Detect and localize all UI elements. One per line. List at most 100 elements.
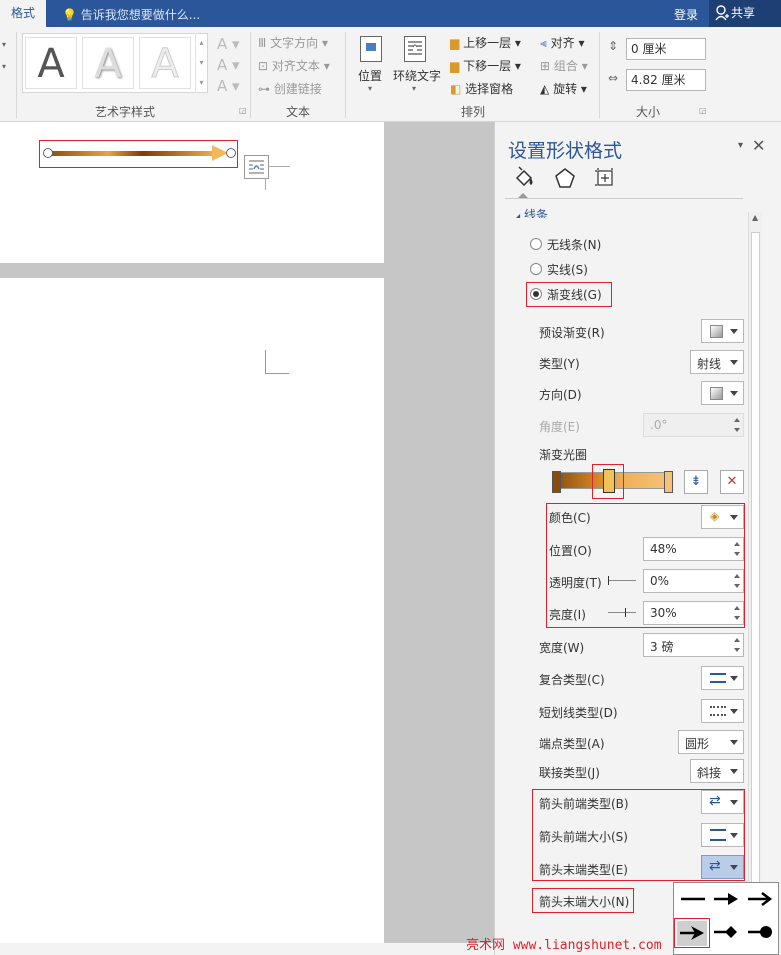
watermark: 亮术网 www.liangshunet.com bbox=[466, 938, 662, 953]
color-dropdown[interactable]: ◈ bbox=[701, 505, 744, 529]
solid-line-radio[interactable] bbox=[530, 263, 542, 275]
no-line-label: 无线条(N) bbox=[547, 238, 602, 252]
tell-me-search[interactable]: 💡 告诉我您想要做什么... bbox=[62, 6, 200, 23]
close-icon[interactable]: ✕ bbox=[752, 136, 765, 155]
width-field[interactable]: 4.82 厘米 bbox=[626, 69, 706, 91]
chevron-down-icon[interactable]: ▾ bbox=[368, 84, 372, 93]
gallery-scroll[interactable]: ▴ ▾ ▾ bbox=[195, 33, 207, 93]
transparency-field[interactable]: 0% bbox=[643, 569, 744, 593]
text-fill-icon[interactable]: A ▾ bbox=[217, 35, 240, 53]
scroll-up-icon[interactable]: ▲ bbox=[752, 213, 758, 222]
line-width-field[interactable]: 3 磅 bbox=[643, 633, 744, 657]
effects-tab-icon[interactable] bbox=[553, 166, 577, 190]
arrow-option-3[interactable] bbox=[745, 887, 775, 912]
end-arrow-type-dropdown[interactable]: ⇄ bbox=[701, 855, 744, 879]
send-backward-button[interactable]: ▆ 下移一层 ▾ bbox=[450, 57, 521, 74]
wrap-text-button[interactable]: 环绕文字 bbox=[393, 67, 441, 84]
direction-dropdown[interactable] bbox=[701, 381, 744, 405]
type-dropdown[interactable]: 射线 bbox=[690, 350, 744, 374]
begin-arrow-type-dropdown[interactable]: ⇄ bbox=[701, 790, 744, 814]
align-text-icon: ⊡ bbox=[258, 59, 269, 73]
begin-arrow-size-dropdown[interactable] bbox=[701, 823, 744, 847]
transparency-slider[interactable] bbox=[608, 576, 636, 585]
join-type-label: 联接类型(J) bbox=[539, 766, 600, 780]
align-text-button[interactable]: ⊡ 对齐文本 ▾ bbox=[258, 57, 330, 74]
height-field[interactable]: 0 厘米 bbox=[626, 38, 706, 60]
rotate-icon: ◭ bbox=[540, 82, 550, 96]
arrow-option-1[interactable] bbox=[678, 887, 708, 912]
wordart-style-3[interactable]: A bbox=[139, 37, 191, 89]
type-label: 类型(Y) bbox=[539, 357, 580, 371]
text-direction-button[interactable]: Ⅲ 文字方向 ▾ bbox=[258, 34, 328, 51]
tell-me-text: 告诉我您想要做什么... bbox=[80, 8, 201, 22]
rotate-button[interactable]: ◭ 旋转 ▾ bbox=[540, 80, 587, 97]
chevron-down-icon[interactable]: ▾ bbox=[412, 84, 416, 93]
gradient-swatch-icon bbox=[710, 325, 723, 338]
lightbulb-icon: 💡 bbox=[62, 8, 77, 22]
cap-type-label: 端点类型(A) bbox=[539, 737, 605, 751]
gradient-stop-selected[interactable] bbox=[603, 469, 615, 493]
align-icon: ⫷ bbox=[540, 36, 547, 50]
brightness-field[interactable]: 30% bbox=[643, 601, 744, 625]
text-direction-icon: Ⅲ bbox=[258, 36, 267, 50]
fill-line-tab-icon[interactable] bbox=[512, 166, 536, 190]
dash-type-label: 短划线类型(D) bbox=[539, 706, 618, 720]
brightness-slider[interactable] bbox=[608, 608, 636, 617]
begin-arrow-size-label: 箭头前端大小(S) bbox=[539, 830, 628, 844]
preset-gradient-dropdown[interactable] bbox=[701, 319, 744, 343]
bring-forward-button[interactable]: ▆ 上移一层 ▾ bbox=[450, 34, 521, 51]
wordart-group-label: 艺术字样式 bbox=[94, 105, 155, 119]
arrow-option-5[interactable] bbox=[711, 920, 741, 945]
transparency-label: 透明度(T) bbox=[549, 576, 602, 590]
text-outline-icon[interactable]: A ▾ bbox=[217, 56, 240, 74]
scroll-thumb[interactable] bbox=[751, 232, 760, 912]
chevron-down-icon[interactable]: ▾ bbox=[2, 62, 6, 71]
arrow-option-4[interactable] bbox=[677, 921, 707, 946]
group-button[interactable]: ⊞ 组合 ▾ bbox=[540, 57, 588, 74]
gradient-line-label: 渐变线(G) bbox=[547, 288, 602, 302]
arrange-group-label: 排列 bbox=[460, 105, 485, 119]
dialog-launcher-icon[interactable]: ◲ bbox=[699, 106, 707, 115]
text-effects-icon[interactable]: A ▾ bbox=[217, 77, 240, 95]
layout-options-icon[interactable] bbox=[244, 155, 269, 179]
selection-pane-icon: ◧ bbox=[450, 82, 462, 96]
gradient-line-radio[interactable] bbox=[530, 288, 542, 300]
no-line-radio[interactable] bbox=[530, 238, 542, 250]
arrows-icon: ⇄ bbox=[709, 858, 721, 874]
position-field[interactable]: 48% bbox=[643, 537, 744, 561]
dash-type-dropdown[interactable] bbox=[701, 699, 744, 723]
remove-stop-icon[interactable]: ✕ bbox=[720, 470, 744, 494]
position-icon[interactable] bbox=[360, 36, 382, 62]
layout-properties-tab-icon[interactable] bbox=[593, 166, 617, 190]
compound-type-dropdown[interactable] bbox=[701, 666, 744, 690]
gradient-stop-1[interactable] bbox=[552, 471, 561, 493]
arrow-option-6[interactable] bbox=[745, 920, 775, 945]
tab-format[interactable]: 格式 bbox=[0, 0, 46, 27]
pane-tab-divider bbox=[505, 198, 743, 199]
document-page-2 bbox=[0, 278, 384, 943]
gradient-stop-3[interactable] bbox=[664, 471, 673, 493]
section-line-header[interactable]: ◢ 线条 bbox=[514, 206, 548, 218]
selection-pane-button[interactable]: ◧ 选择窗格 bbox=[450, 80, 513, 97]
add-stop-icon[interactable]: ⇟ bbox=[684, 470, 708, 494]
text-group-label: 文本 bbox=[285, 105, 310, 119]
align-button[interactable]: ⫷ 对齐 ▾ bbox=[540, 34, 584, 51]
color-label: 颜色(C) bbox=[549, 511, 591, 525]
dialog-launcher-icon[interactable]: ◲ bbox=[239, 106, 247, 115]
compound-type-label: 复合类型(C) bbox=[539, 673, 605, 687]
size-lines-icon bbox=[710, 829, 726, 841]
angle-field[interactable]: .0° bbox=[643, 413, 744, 437]
brightness-label: 亮度(I) bbox=[549, 608, 586, 622]
wordart-style-2[interactable]: A bbox=[82, 37, 134, 89]
cap-type-dropdown[interactable]: 圆形 bbox=[678, 730, 744, 754]
wrap-text-icon[interactable] bbox=[404, 36, 426, 62]
login-link[interactable]: 登录 bbox=[674, 6, 698, 23]
wordart-style-1[interactable]: A bbox=[25, 37, 77, 89]
pane-options-icon[interactable]: ▾ bbox=[738, 140, 743, 151]
margin-mark bbox=[265, 350, 289, 374]
chevron-down-icon[interactable]: ▾ bbox=[2, 40, 6, 49]
position-button[interactable]: 位置 bbox=[358, 67, 382, 84]
create-link-button[interactable]: ⊶ 创建链接 bbox=[258, 80, 322, 97]
join-type-dropdown[interactable]: 斜接 bbox=[690, 759, 744, 783]
arrow-option-2[interactable] bbox=[711, 887, 741, 912]
